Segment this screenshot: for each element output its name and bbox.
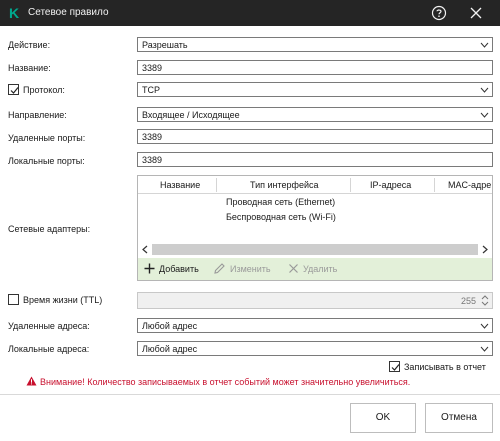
kaspersky-logo-icon: K bbox=[9, 6, 19, 20]
remote-ports-label: Удаленные порты: bbox=[8, 133, 86, 143]
remote-ports-input[interactable]: 3389 bbox=[137, 129, 493, 144]
close-icon[interactable] bbox=[468, 5, 484, 21]
action-select[interactable]: Разрешать bbox=[137, 37, 493, 52]
protocol-label: Протокол: bbox=[23, 85, 65, 95]
warning-text: Внимание! Количество записываемых в отче… bbox=[40, 377, 411, 387]
remote-addresses-select[interactable]: Любой адрес bbox=[137, 318, 493, 333]
edit-label: Изменить bbox=[230, 264, 271, 274]
direction-value: Входящее / Исходящее bbox=[142, 110, 240, 120]
remote-addresses-label: Удаленные адреса: bbox=[8, 321, 90, 331]
column-header-ip[interactable]: IP-адреса bbox=[370, 180, 411, 190]
add-label: Добавить bbox=[159, 264, 199, 274]
direction-label: Направление: bbox=[8, 110, 67, 120]
plus-icon bbox=[144, 263, 155, 274]
delete-button[interactable]: Удалить bbox=[288, 263, 352, 275]
delete-x-icon bbox=[289, 264, 298, 273]
adapters-table[interactable]: Название Тип интерфейса IP-адреса MAC-ад… bbox=[137, 175, 493, 281]
log-label: Записывать в отчет bbox=[404, 362, 486, 372]
footer-divider bbox=[0, 394, 500, 395]
pencil-icon bbox=[214, 263, 225, 274]
horizontal-scrollbar[interactable] bbox=[138, 242, 492, 257]
log-checkbox[interactable] bbox=[389, 361, 400, 372]
window-title: Сетевое правило bbox=[28, 7, 109, 18]
add-button[interactable]: Добавить bbox=[144, 263, 214, 275]
table-header: Название Тип интерфейса IP-адреса MAC-ад… bbox=[138, 176, 492, 194]
remote-addresses-value: Любой адрес bbox=[142, 321, 198, 331]
local-addresses-select[interactable]: Любой адрес bbox=[137, 341, 493, 356]
protocol-select[interactable]: TCP bbox=[137, 82, 493, 97]
chevron-down-icon bbox=[480, 42, 489, 48]
edit-button[interactable]: Изменить bbox=[214, 263, 284, 275]
column-divider bbox=[350, 178, 351, 192]
action-value: Разрешать bbox=[142, 40, 188, 50]
local-ports-value: 3389 bbox=[142, 155, 163, 165]
checkmark-icon bbox=[10, 87, 19, 94]
scroll-right-icon[interactable] bbox=[481, 245, 489, 254]
scroll-left-icon[interactable] bbox=[141, 245, 149, 254]
adapters-toolbar: Добавить Изменить Удалить bbox=[138, 258, 492, 280]
name-input[interactable]: 3389 bbox=[137, 60, 493, 75]
cancel-button[interactable]: Отмена bbox=[425, 403, 493, 433]
chevron-down-icon bbox=[480, 87, 489, 93]
column-divider bbox=[434, 178, 435, 192]
ttl-stepper[interactable]: 255 bbox=[137, 292, 493, 309]
chevron-down-icon bbox=[480, 346, 489, 352]
ok-button[interactable]: OK bbox=[350, 403, 416, 433]
checkmark-icon bbox=[391, 364, 400, 371]
delete-label: Удалить bbox=[303, 264, 338, 274]
chevron-down-icon bbox=[480, 112, 489, 118]
column-divider bbox=[216, 178, 217, 192]
action-label: Действие: bbox=[8, 40, 51, 50]
ttl-label: Время жизни (TTL) bbox=[23, 295, 103, 305]
direction-select[interactable]: Входящее / Исходящее bbox=[137, 107, 493, 122]
local-addresses-label: Локальные адреса: bbox=[8, 344, 90, 354]
ttl-checkbox[interactable] bbox=[8, 294, 19, 305]
name-label: Название: bbox=[8, 63, 51, 73]
local-ports-label: Локальные порты: bbox=[8, 156, 85, 166]
table-row[interactable]: Проводная сеть (Ethernet) bbox=[226, 197, 335, 207]
scrollbar-thumb[interactable] bbox=[152, 244, 478, 255]
remote-ports-value: 3389 bbox=[142, 132, 163, 142]
warning-triangle-icon bbox=[26, 376, 37, 386]
logo-letter: K bbox=[9, 6, 19, 20]
protocol-checkbox[interactable] bbox=[8, 84, 19, 95]
local-ports-input[interactable]: 3389 bbox=[137, 152, 493, 167]
stepper-arrows-icon[interactable] bbox=[480, 294, 490, 307]
column-header-interface-type[interactable]: Тип интерфейса bbox=[250, 180, 318, 190]
protocol-value: TCP bbox=[142, 85, 160, 95]
chevron-down-icon bbox=[480, 323, 489, 329]
column-header-name[interactable]: Название bbox=[160, 180, 200, 190]
ttl-value: 255 bbox=[460, 296, 476, 306]
title-bar: K Сетевое правило bbox=[0, 0, 500, 26]
column-header-mac[interactable]: MAC-адре bbox=[448, 180, 491, 190]
table-row[interactable]: Беспроводная сеть (Wi-Fi) bbox=[226, 212, 336, 222]
adapters-label: Сетевые адаптеры: bbox=[8, 224, 91, 234]
name-value: 3389 bbox=[142, 63, 163, 73]
local-addresses-value: Любой адрес bbox=[142, 344, 198, 354]
help-icon[interactable] bbox=[430, 4, 448, 22]
